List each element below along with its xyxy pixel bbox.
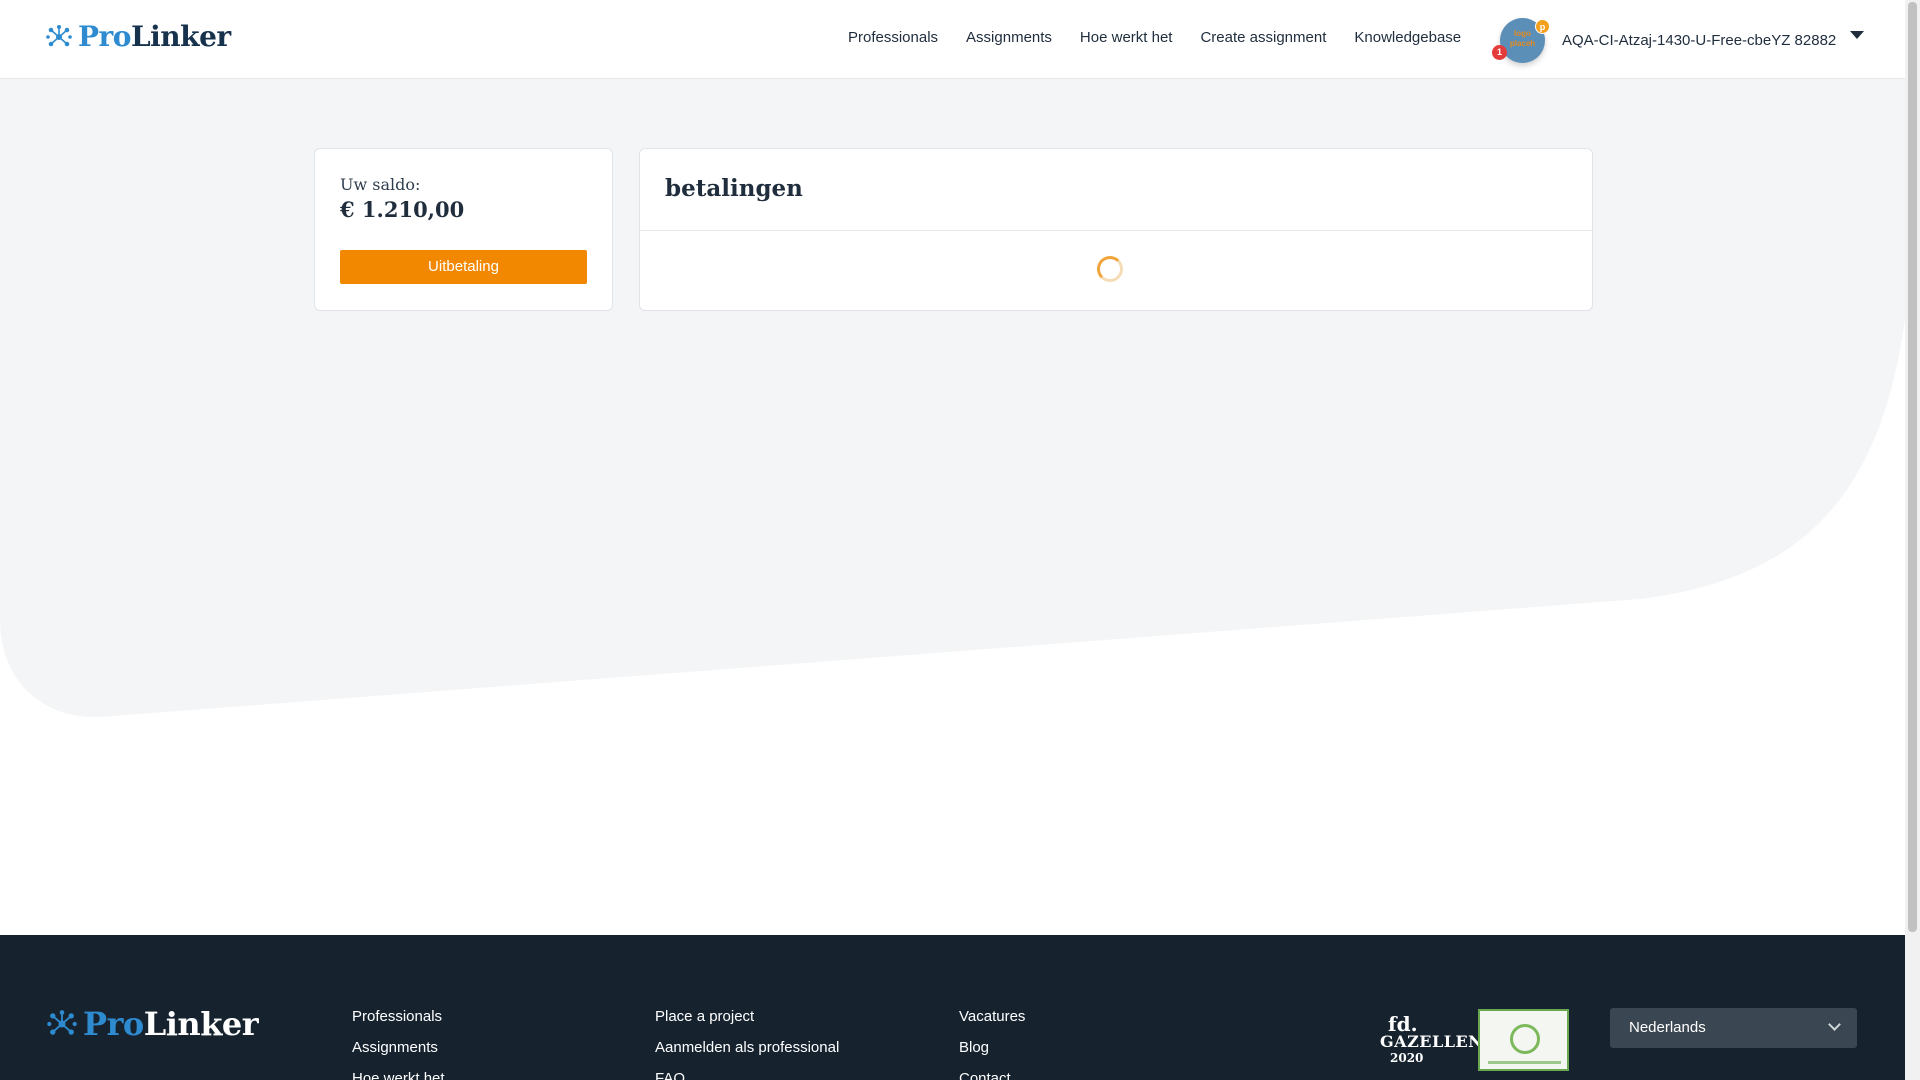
page-scrollbar[interactable] xyxy=(1905,0,1920,1080)
main-nav: Professionals Assignments Hoe werkt het … xyxy=(848,29,1461,46)
language-select[interactable]: Nederlands xyxy=(1610,1008,1857,1048)
prolinker-logo[interactable]: ProLinker xyxy=(46,20,231,53)
network-logo-icon xyxy=(47,1010,77,1035)
nav-create-assignment[interactable]: Create assignment xyxy=(1200,29,1326,46)
avatar[interactable]: logo placeh 1 p xyxy=(1492,17,1550,63)
logo-text-linker: Linker xyxy=(130,20,231,53)
nav-professionals[interactable]: Professionals xyxy=(848,29,938,46)
payout-button[interactable]: Uitbetaling xyxy=(340,250,587,284)
footer-link-professionals[interactable]: Professionals xyxy=(352,1008,445,1026)
account-menu[interactable]: logo placeh 1 p AQA-CI-Atzaj-1430-U-Free-… xyxy=(1492,16,1865,64)
footer-link-assignments[interactable]: Assignments xyxy=(352,1039,445,1057)
top-header: ProLinker Professionals Assignments Hoe … xyxy=(0,0,1905,79)
fd-gazellen-award-logo: fd. GAZELLEN 2020 xyxy=(1372,1012,1483,1065)
balance-card: Uw saldo: € 1.210,00 Uitbetaling xyxy=(314,148,613,311)
logo-text: ProLinker xyxy=(78,20,231,53)
scrollbar-thumb[interactable] xyxy=(1908,2,1917,932)
footer-link-aanmelden[interactable]: Aanmelden als professional xyxy=(655,1039,839,1057)
chevron-down-icon xyxy=(1828,1018,1841,1031)
footer-logo-text-pro: Pro xyxy=(83,1005,144,1043)
avatar-text-line1: logo xyxy=(1514,28,1531,38)
fd-badge-year: 2020 xyxy=(1390,1051,1424,1065)
footer-logo[interactable]: ProLinker xyxy=(47,1005,259,1043)
footer-column-1: Professionals Assignments Hoe werkt het xyxy=(352,1008,445,1080)
nav-assignments[interactable]: Assignments xyxy=(966,29,1052,46)
balance-label: Uw saldo: xyxy=(340,175,421,194)
language-select-value: Nederlands xyxy=(1629,1019,1706,1036)
avatar-text-line2: placeh xyxy=(1509,38,1536,48)
footer: ProLinker Professionals Assignments Hoe … xyxy=(0,935,1905,1080)
footer-logo-text-linker: Linker xyxy=(143,1005,259,1043)
footer-link-hoe-werkt-het[interactable]: Hoe werkt het xyxy=(352,1070,445,1080)
footer-column-3: Vacatures Blog Contact xyxy=(959,1008,1025,1080)
footer-link-vacatures[interactable]: Vacatures xyxy=(959,1008,1025,1026)
role-badge: p xyxy=(1535,18,1550,34)
caret-down-icon[interactable] xyxy=(1850,31,1865,39)
nav-hoe-werkt-het[interactable]: Hoe werkt het xyxy=(1080,29,1173,46)
logo-text-pro: Pro xyxy=(78,20,131,53)
footer-link-place-project[interactable]: Place a project xyxy=(655,1008,839,1026)
notification-badge[interactable]: 1 xyxy=(1492,44,1507,60)
footer-logo-text: ProLinker xyxy=(83,1005,259,1043)
payments-card-header: betalingen xyxy=(640,149,1592,231)
balance-value: € 1.210,00 xyxy=(340,197,465,222)
laurel-wreath-icon xyxy=(1510,1024,1540,1054)
badge-bar xyxy=(1488,1061,1561,1064)
network-logo-icon xyxy=(46,24,72,46)
footer-column-2: Place a project Aanmelden als profession… xyxy=(655,1008,839,1080)
freelance-award-badge xyxy=(1478,1009,1569,1071)
loading-spinner-icon xyxy=(1097,256,1123,282)
account-name[interactable]: AQA-CI-Atzaj-1430-U-Free-cbeYZ 82882 xyxy=(1562,32,1836,49)
fd-badge-middle: GAZELLEN xyxy=(1380,1032,1484,1051)
payments-title: betalingen xyxy=(665,175,803,202)
payments-card: betalingen xyxy=(639,148,1593,311)
footer-link-contact[interactable]: Contact xyxy=(959,1070,1025,1080)
footer-link-blog[interactable]: Blog xyxy=(959,1039,1025,1057)
footer-link-faq[interactable]: FAQ xyxy=(655,1070,839,1080)
nav-knowledgebase[interactable]: Knowledgebase xyxy=(1354,29,1461,46)
